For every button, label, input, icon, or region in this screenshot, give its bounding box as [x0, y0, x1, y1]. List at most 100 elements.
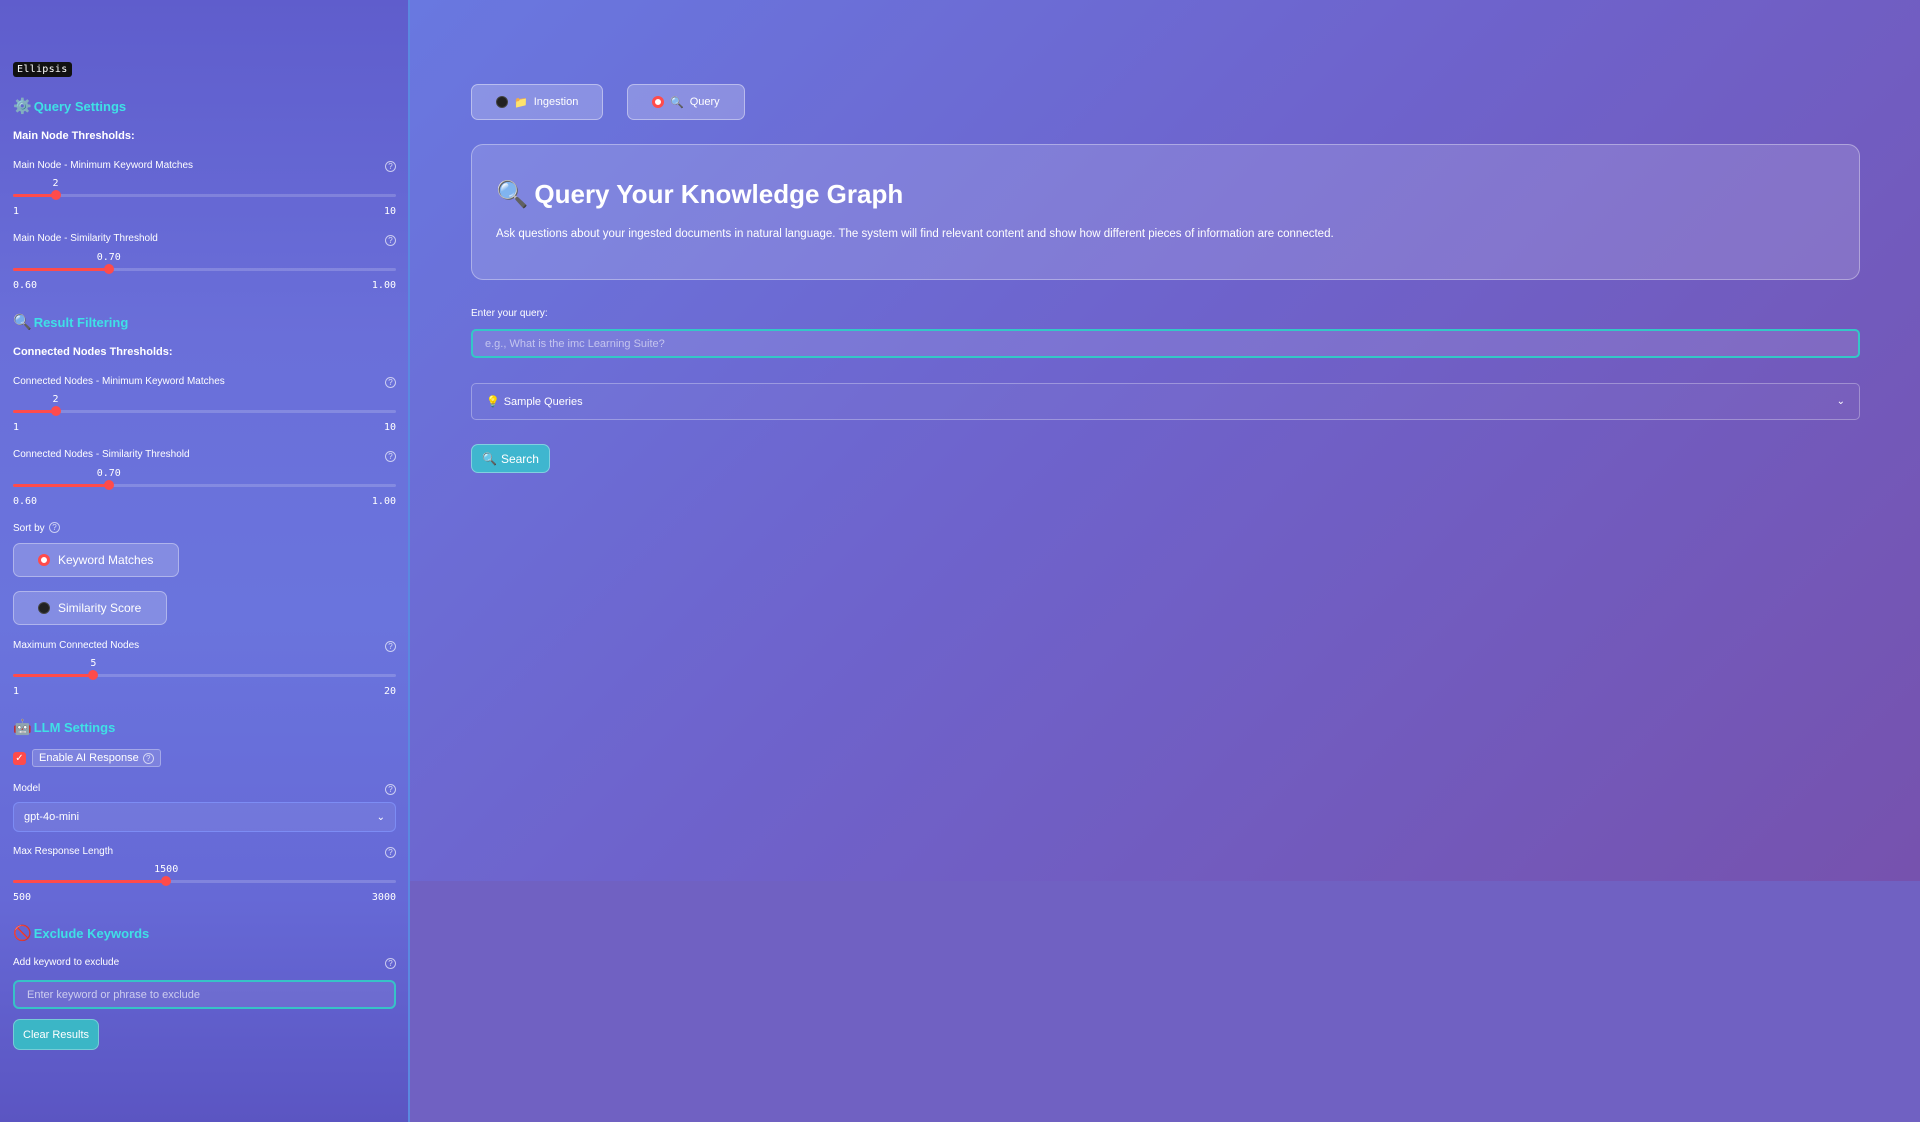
exclude-keyword-label: Add keyword to exclude	[13, 957, 120, 968]
gear-icon: ⚙️	[13, 97, 32, 115]
clear-results-button[interactable]: Clear Results	[13, 1019, 100, 1050]
help-icon[interactable]: ?	[385, 377, 396, 388]
slider-value: 1500	[154, 864, 179, 875]
slider-thumb[interactable]	[50, 406, 61, 416]
slider-value: 5	[90, 658, 97, 669]
sample-queries-label: Sample Queries	[503, 395, 583, 408]
main-node-thresholds-heading: Main Node Thresholds:	[13, 130, 135, 142]
slider-thumb[interactable]	[103, 264, 114, 274]
hero-card: 🔍 Query Your Knowledge Graph Ask questio…	[471, 144, 1860, 280]
slider-min: 1	[13, 206, 20, 217]
help-icon[interactable]: ?	[385, 235, 396, 246]
tab-ingestion[interactable]: 📁 Ingestion	[471, 84, 604, 120]
llm-settings-heading: 🤖 LLM Settings	[13, 718, 116, 736]
exclude-keyword-input[interactable]: Enter keyword or phrase to exclude	[13, 980, 396, 1009]
main-keyword-label: Main Node - Minimum Keyword Matches	[13, 160, 194, 171]
lightbulb-icon: 💡	[486, 395, 500, 408]
slider-min: 1	[13, 686, 20, 697]
main-background-lower	[410, 881, 1920, 1122]
robot-icon: 🤖	[13, 718, 32, 736]
slider-max: 1.00	[371, 496, 396, 507]
magnifier-icon: 🔍	[496, 179, 529, 210]
folder-icon: 📁	[514, 95, 528, 109]
help-icon[interactable]: ?	[385, 641, 396, 652]
max-connected-nodes-label: Maximum Connected Nodes	[13, 640, 140, 651]
slider-fill	[13, 674, 94, 677]
enable-ai-response-row[interactable]: ✓ Enable AI Response ?	[13, 749, 161, 767]
main-keyword-slider[interactable]: 2 1 10	[13, 178, 396, 219]
help-icon[interactable]: ?	[385, 958, 396, 969]
slider-track	[13, 194, 396, 197]
query-input[interactable]: e.g., What is the imc Learning Suite?	[471, 329, 1860, 358]
slider-fill	[13, 880, 167, 883]
slider-track	[13, 410, 396, 413]
chevron-down-icon: ⌄	[376, 811, 385, 823]
radio-selected-icon	[38, 554, 50, 566]
magnifier-icon: 🔍	[482, 451, 497, 466]
help-icon[interactable]: ?	[49, 522, 60, 533]
magnifier-icon: 🔍	[670, 95, 684, 109]
slider-max: 10	[383, 206, 396, 217]
model-label: Model	[13, 783, 41, 794]
connected-similarity-label: Connected Nodes - Similarity Threshold	[13, 449, 190, 460]
radio-unselected-icon	[496, 96, 508, 108]
query-label: Enter your query:	[471, 308, 548, 319]
help-icon[interactable]: ?	[385, 451, 396, 462]
slider-fill	[13, 484, 109, 487]
slider-thumb[interactable]	[88, 670, 99, 680]
connected-keyword-label: Connected Nodes - Minimum Keyword Matche…	[13, 376, 225, 387]
slider-fill	[13, 410, 56, 413]
slider-max: 20	[383, 686, 396, 697]
model-select-value: gpt-4o-mini	[24, 811, 80, 823]
connected-similarity-slider[interactable]: 0.70 0.60 1.00	[13, 468, 396, 509]
help-icon[interactable]: ?	[385, 847, 396, 858]
sample-queries-expander[interactable]: 💡 Sample Queries ⌄	[471, 383, 1860, 420]
slider-value: 2	[52, 178, 59, 189]
main-similarity-slider[interactable]: 0.70 0.60 1.00	[13, 252, 396, 293]
sidebar: Ellipsis ⚙️ Query Settings Main Node Thr…	[0, 0, 410, 1122]
exclude-keywords-heading: 🚫 Exclude Keywords	[13, 924, 150, 942]
slider-thumb[interactable]	[50, 190, 61, 200]
query-settings-heading: ⚙️ Query Settings	[13, 97, 127, 115]
radio-selected-icon	[652, 96, 664, 108]
sort-similarity-score-button[interactable]: Similarity Score	[13, 591, 168, 625]
enable-ai-response-label: Enable AI Response	[39, 752, 139, 764]
checkbox-checked-icon[interactable]: ✓	[13, 751, 26, 765]
slider-value: 2	[52, 394, 59, 405]
search-button[interactable]: 🔍 Search	[471, 444, 550, 473]
help-icon[interactable]: ?	[385, 784, 396, 795]
ellipsis-badge: Ellipsis	[13, 62, 72, 77]
help-icon[interactable]: ?	[142, 752, 154, 764]
sort-by-label: Sort by	[13, 523, 45, 534]
max-response-length-slider[interactable]: 1500 500 3000	[13, 864, 396, 905]
result-filtering-heading: 🔍 Result Filtering	[13, 313, 129, 331]
prohibited-icon: 🚫	[13, 924, 32, 942]
search-button-label: Search	[500, 451, 539, 466]
slider-min: 0.60	[13, 280, 38, 291]
tab-ingestion-label: Ingestion	[533, 96, 579, 108]
help-icon[interactable]: ?	[385, 161, 396, 172]
main-similarity-label: Main Node - Similarity Threshold	[13, 233, 158, 244]
slider-value: 0.70	[96, 468, 121, 479]
hero-description: Ask questions about your ingested docume…	[496, 228, 1334, 240]
main-background	[410, 0, 1920, 881]
slider-max: 3000	[371, 892, 396, 903]
slider-thumb[interactable]	[161, 876, 172, 886]
max-connected-nodes-slider[interactable]: 5 1 20	[13, 658, 396, 699]
slider-fill	[13, 268, 109, 271]
slider-max: 1.00	[371, 280, 396, 291]
slider-min: 500	[13, 892, 32, 903]
slider-thumb[interactable]	[103, 480, 114, 490]
slider-max: 10	[383, 422, 396, 433]
slider-value: 0.70	[96, 252, 121, 263]
model-select[interactable]: gpt-4o-mini ⌄	[13, 802, 396, 832]
slider-min: 1	[13, 422, 20, 433]
sort-keyword-matches-button[interactable]: Keyword Matches	[13, 543, 180, 577]
magnifier-icon: 🔍	[13, 313, 32, 331]
max-response-length-label: Max Response Length	[13, 846, 114, 857]
chevron-down-icon: ⌄	[1836, 396, 1845, 407]
connected-keyword-slider[interactable]: 2 1 10	[13, 394, 396, 435]
slider-fill	[13, 194, 56, 197]
page-title: 🔍 Query Your Knowledge Graph	[496, 179, 904, 210]
tab-query[interactable]: 🔍 Query	[627, 84, 745, 120]
